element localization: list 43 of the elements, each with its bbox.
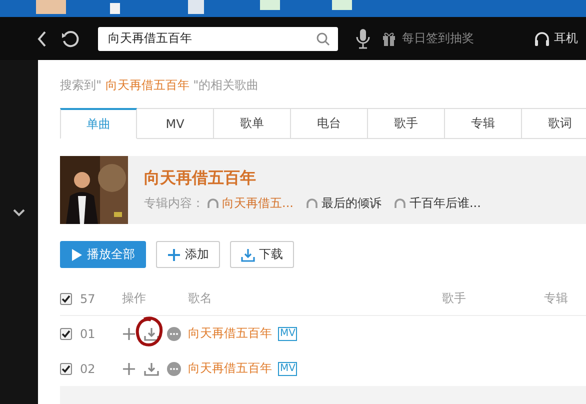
- daily-checkin-link[interactable]: 每日签到抽奖: [402, 30, 474, 47]
- tab[interactable]: 专辑: [445, 108, 522, 139]
- headphones-label[interactable]: 耳机: [554, 30, 578, 47]
- download-icon[interactable]: [144, 326, 159, 340]
- song-count: 57: [79, 292, 96, 306]
- tab[interactable]: 歌单: [214, 108, 291, 139]
- headphones-icon[interactable]: [534, 30, 550, 46]
- download-icon[interactable]: [144, 362, 159, 376]
- album-track-link[interactable]: 千百年后谁...: [409, 195, 481, 212]
- plus-icon[interactable]: [122, 326, 136, 340]
- download-icon: [241, 248, 255, 262]
- tab[interactable]: 歌词: [522, 108, 586, 139]
- track-number: 02: [79, 362, 96, 376]
- add-button[interactable]: 添加: [156, 241, 220, 268]
- search-icon[interactable]: [316, 32, 330, 46]
- microphone-icon[interactable]: [356, 28, 370, 50]
- track-number: 01: [79, 326, 96, 340]
- back-icon[interactable]: [36, 28, 48, 48]
- row-checkbox[interactable]: [60, 362, 72, 374]
- tab[interactable]: 歌手: [368, 108, 445, 139]
- refresh-icon[interactable]: [60, 28, 80, 48]
- play-all-button[interactable]: 播放全部: [60, 241, 146, 268]
- more-icon[interactable]: [167, 362, 181, 376]
- column-header: 歌名: [188, 290, 213, 307]
- chevron-down-icon[interactable]: [12, 208, 26, 218]
- more-icon[interactable]: [167, 326, 181, 340]
- column-header: 歌手: [442, 290, 467, 307]
- plus-icon[interactable]: [122, 362, 136, 376]
- select-all-checkbox[interactable]: [60, 292, 72, 304]
- tab[interactable]: 电台: [291, 108, 368, 139]
- tab[interactable]: MV: [137, 108, 214, 139]
- row-checkbox[interactable]: [60, 328, 72, 340]
- album-contents-label: 专辑内容：: [144, 195, 204, 212]
- table-row[interactable]: 02 向天再借五百年 MV: [60, 351, 586, 386]
- plus-icon: [167, 248, 181, 262]
- search-summary: 搜索到" 向天再借五百年 "的相关歌曲: [60, 77, 260, 94]
- album-track-link[interactable]: 最后的倾诉: [321, 195, 382, 212]
- search-field[interactable]: 向天再借五百年: [98, 26, 338, 50]
- download-button[interactable]: 下载: [230, 241, 294, 268]
- play-icon: [71, 248, 83, 262]
- column-header: 操作: [122, 290, 147, 307]
- column-header: 专辑: [544, 290, 568, 307]
- gift-icon[interactable]: [382, 30, 396, 46]
